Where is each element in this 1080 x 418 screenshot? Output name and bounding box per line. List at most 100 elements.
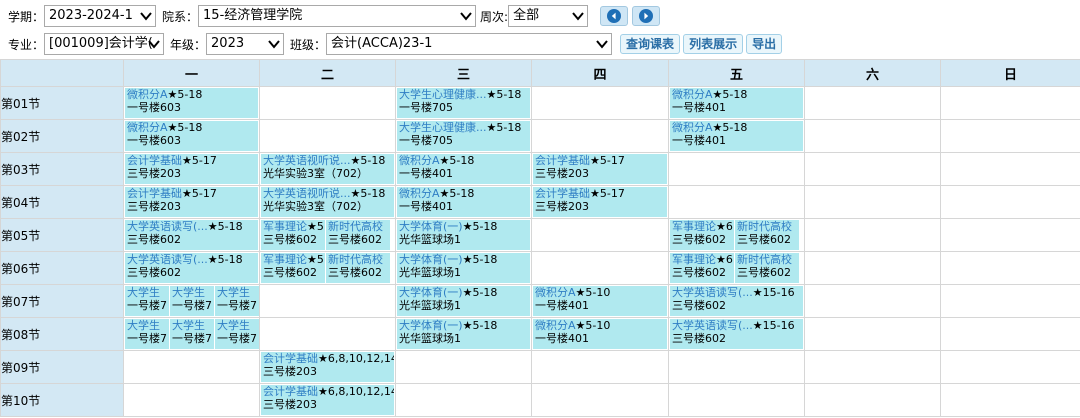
course-name-link[interactable]: 微积分A [672,121,713,134]
course-card[interactable]: 大学生 一号楼7 [215,319,259,349]
course-weeks: ★5-17 [590,154,625,167]
course-card[interactable]: 会计学基础★5-17 三号楼203 [125,154,258,184]
course-name-link[interactable]: 微积分A [127,88,168,101]
course-name-link[interactable]: 微积分A [672,88,713,101]
course-card[interactable]: 大学生 一号楼7 [125,319,169,349]
course-card[interactable]: 会计学基础★5-17 三号楼203 [533,187,667,217]
course-card[interactable]: 军事理论★6 三号楼602 [670,220,734,250]
course-room: 一号楼603 [127,134,181,147]
list-view-button[interactable]: 列表展示 [683,34,744,54]
course-name-link[interactable]: 大学生 [127,286,160,299]
course-card[interactable]: 会计学基础★5-17 三号楼203 [125,187,258,217]
course-card[interactable]: 会计学基础★5-17 三号楼203 [533,154,667,184]
course-card[interactable]: 大学生心理健康...★5-18 一号楼705 [397,88,530,118]
term-select[interactable]: 2023-2024-1 [44,5,157,27]
course-name-link[interactable]: 微积分A [399,187,440,200]
course-card[interactable]: 大学英语读写(...★5-18 三号楼602 [125,253,258,283]
course-card[interactable]: 大学英语视听说...★5-18 光华实验3室（702） [261,154,394,184]
course-name-link[interactable]: 会计学基础 [263,352,318,365]
course-card[interactable]: 微积分A★5-18 一号楼401 [397,187,530,217]
course-card[interactable]: 大学英语读写(...★15-16 三号楼602 [670,319,803,349]
grade-select[interactable]: 2023 [206,33,285,55]
course-name-link[interactable]: 会计学基础 [127,154,182,167]
course-name-link[interactable]: 大学生心理健康... [399,121,487,134]
course-name-link[interactable]: 大学英语读写(... [672,286,753,299]
course-card[interactable]: 军事理论★6 三号楼602 [670,253,734,283]
course-name-link[interactable]: 大学生 [172,286,205,299]
course-name-link[interactable]: 新时代高校 [328,220,383,233]
course-name-link[interactable]: 会计学基础 [535,154,590,167]
major-select[interactable]: [001009]会计学( [44,33,165,55]
course-name-link[interactable]: 大学英语读写(... [127,253,208,266]
course-card[interactable]: 大学生 一号楼7 [170,319,214,349]
course-card[interactable]: 大学体育(一)★5-18 光华篮球场1 [397,319,530,349]
course-card[interactable]: 大学生心理健康...★5-18 一号楼705 [397,121,530,151]
course-name-link[interactable]: 会计学基础 [127,187,182,200]
course-card[interactable]: 大学生 一号楼7 [125,286,169,316]
course-card[interactable]: 大学体育(一)★5-18 光华篮球场1 [397,253,530,283]
course-name-link[interactable]: 大学体育(一) [399,220,463,233]
course-card[interactable]: 新时代高校 三号楼602 [735,220,799,250]
course-name-link[interactable]: 大学体育(一) [399,253,463,266]
course-card[interactable]: 大学体育(一)★5-18 光华篮球场1 [397,220,530,250]
course-name-link[interactable]: 微积分A [127,121,168,134]
course-name-link[interactable]: 大学生 [217,286,250,299]
course-name-link[interactable]: 军事理论 [263,253,307,266]
course-card[interactable]: 微积分A★5-18 一号楼401 [670,88,803,118]
course-name-link[interactable]: 大学英语读写(... [127,220,208,233]
course-weeks: ★5-18 [439,154,475,167]
course-weeks: ★5 [307,220,324,233]
course-name-link[interactable]: 微积分A [535,319,576,332]
course-name-link[interactable]: 军事理论 [672,253,716,266]
course-name-link[interactable]: 会计学基础 [535,187,590,200]
course-card[interactable]: 新时代高校 三号楼602 [326,220,390,250]
course-card[interactable]: 大学体育(一)★5-18 光华篮球场1 [397,286,530,316]
course-card[interactable]: 军事理论★5 三号楼602 [261,220,325,250]
course-card[interactable]: 会计学基础★6,8,10,12,14 三号楼203 [261,385,394,415]
course-card[interactable]: 微积分A★5-10 一号楼401 [533,286,667,316]
course-card[interactable]: 微积分A★5-18 一号楼401 [397,154,530,184]
course-card[interactable]: 大学英语视听说...★5-18 光华实验3室（702） [261,187,394,217]
course-card[interactable]: 大学英语读写(...★15-16 三号楼602 [670,286,803,316]
course-name-link[interactable]: 军事理论 [263,220,307,233]
course-name-link[interactable]: 大学体育(一) [399,286,463,299]
course-name-link[interactable]: 大学英语视听说... [263,187,351,200]
dept-select[interactable]: 15-经济管理学院 [198,5,477,27]
course-name-link[interactable]: 大学体育(一) [399,319,463,332]
course-name-link[interactable]: 新时代高校 [328,253,383,266]
course-name-link[interactable]: 军事理论 [672,220,716,233]
course-card[interactable]: 新时代高校 三号楼602 [735,253,799,283]
next-week-button[interactable] [632,6,661,26]
course-card[interactable]: 微积分A★5-18 一号楼603 [125,88,258,118]
course-card[interactable]: 大学英语读写(...★5-18 三号楼602 [125,220,258,250]
course-name-link[interactable]: 大学生 [172,319,205,332]
course-name-link[interactable]: 大学生 [217,319,250,332]
course-room: 三号楼602 [328,266,382,279]
class-select[interactable]: 会计(ACCA)23-1 [326,33,613,55]
course-name-link[interactable]: 微积分A [399,154,440,167]
export-button[interactable]: 导出 [746,34,783,54]
course-name-link[interactable]: 微积分A [535,286,576,299]
course-card[interactable]: 新时代高校 三号楼602 [326,253,390,283]
course-card[interactable]: 军事理论★5 三号楼602 [261,253,325,283]
course-card[interactable]: 微积分A★5-10 一号楼401 [533,319,667,349]
course-card[interactable]: 微积分A★5-18 一号楼401 [670,121,803,151]
class-label: 班级： [290,37,327,52]
course-name-link[interactable]: 大学英语视听说... [263,154,351,167]
week-select[interactable]: 全部 [508,5,589,27]
course-name-link[interactable]: 大学生 [127,319,160,332]
course-card[interactable]: 大学生 一号楼7 [170,286,214,316]
course-name-link[interactable]: 新时代高校 [737,253,792,266]
course-name-link[interactable]: 大学英语读写(... [672,319,753,332]
course-name-link[interactable]: 会计学基础 [263,385,318,398]
course-weeks: ★5 [307,253,324,266]
prev-week-button[interactable] [600,6,629,26]
course-card[interactable]: 大学生 一号楼7 [215,286,259,316]
course-name-link[interactable]: 大学生心理健康... [399,88,487,101]
query-schedule-button[interactable]: 查询课表 [620,34,681,54]
course-room: 三号楼602 [127,266,181,279]
course-card[interactable]: 微积分A★5-18 一号楼603 [125,121,258,151]
course-name-link[interactable]: 新时代高校 [737,220,792,233]
course-card[interactable]: 会计学基础★6,8,10,12,14 三号楼203 [261,352,394,382]
timetable-cell-sun [940,119,1080,153]
